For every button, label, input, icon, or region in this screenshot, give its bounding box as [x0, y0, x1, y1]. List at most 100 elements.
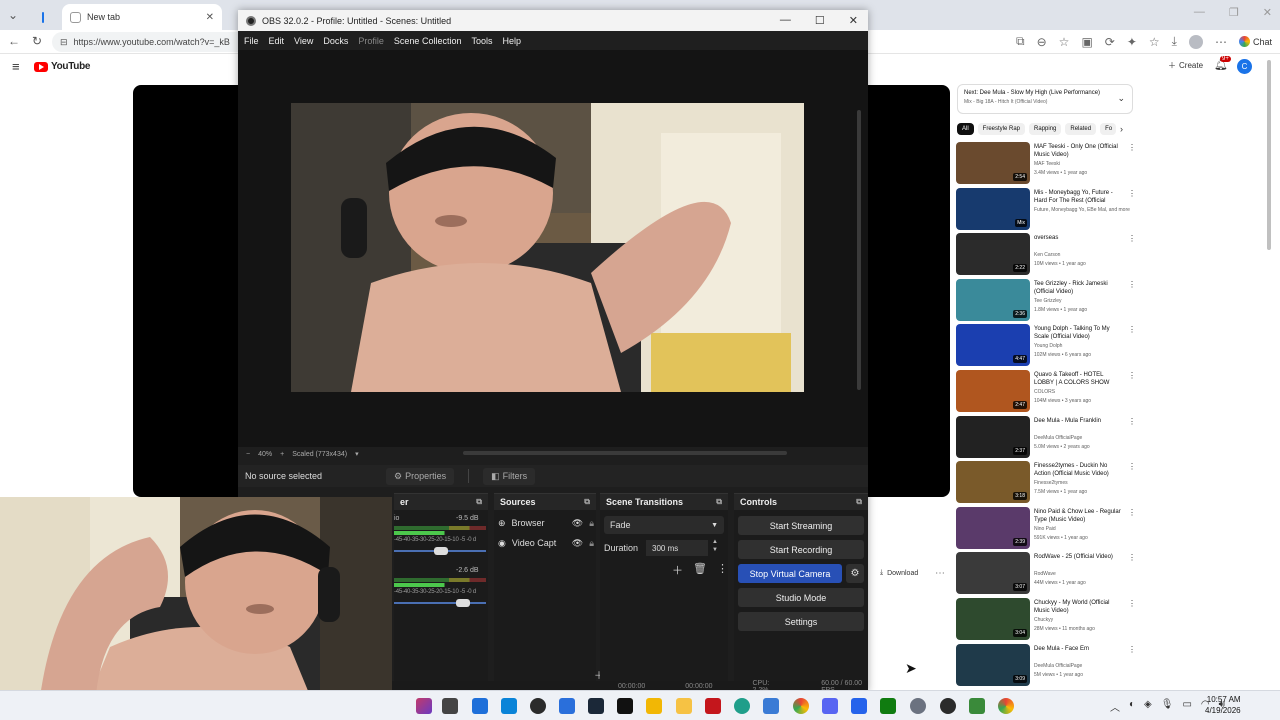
video-thumbnail[interactable]: Mix — [956, 187, 1030, 230]
video-thumbnail[interactable]: 2:39 — [956, 506, 1030, 549]
extension-icon[interactable]: ▣ — [1081, 35, 1092, 49]
video-title[interactable]: Chuckyy - My World (Official Music Video… — [1034, 599, 1122, 615]
scrollbar-thumb[interactable] — [1267, 60, 1271, 250]
site-info-icon[interactable]: ⊟ — [60, 37, 68, 48]
video-menu-icon[interactable]: ⋮ — [1128, 189, 1136, 198]
video-title[interactable]: MAF Teeski - Only One (Official Music Vi… — [1034, 143, 1122, 159]
account-avatar[interactable]: C — [1237, 59, 1252, 74]
video-thumbnail[interactable]: 2:36 — [956, 278, 1030, 321]
browser-menu-icon[interactable]: ⋯ — [1215, 35, 1227, 49]
video-channel[interactable]: MAF Teeski — [1034, 161, 1060, 167]
zoom-dropdown-icon[interactable]: ▾ — [355, 450, 359, 458]
chip-freestyle-rap[interactable]: Freestyle Rap — [977, 123, 1026, 135]
video-menu-icon[interactable]: ⋮ — [1128, 325, 1136, 334]
tab-search-icon[interactable]: ⌄ — [8, 8, 18, 22]
chip-rapping[interactable]: Rapping — [1029, 123, 1062, 135]
minimize-icon[interactable]: — — [1194, 6, 1205, 19]
video-title[interactable]: Dee Mula - Mula Franklin — [1034, 417, 1122, 425]
video-channel[interactable]: Nino Paid — [1034, 526, 1056, 532]
extensions-puzzle-icon[interactable]: ✦ — [1127, 35, 1137, 49]
visibility-eye-icon[interactable]: 👁︎ — [572, 518, 583, 529]
video-menu-icon[interactable]: ⋮ — [1128, 508, 1136, 517]
virtual-camera-settings-gear-icon[interactable]: ⚙ — [846, 564, 864, 583]
video-channel[interactable]: Future, Moneybagg Yo, EBe Mal, and more — [1034, 207, 1130, 213]
recommendation-item[interactable]: 3:04 Chuckyy - My World (Official Music V… — [956, 598, 1136, 640]
video-menu-icon[interactable]: ⋮ — [1128, 280, 1136, 289]
video-channel[interactable]: COLORS — [1034, 389, 1055, 395]
video-menu-icon[interactable]: ⋮ — [1128, 553, 1136, 562]
page-scrollbar[interactable] — [1266, 60, 1272, 690]
menu-file[interactable]: File — [244, 36, 259, 46]
taskbar-chrome-icon[interactable] — [793, 698, 809, 714]
undock-icon[interactable]: ⧉ — [476, 497, 482, 507]
video-menu-icon[interactable]: ⋮ — [1128, 599, 1136, 608]
video-thumbnail[interactable]: 3:09 — [956, 643, 1030, 686]
maximize-icon[interactable]: ❐ — [1229, 6, 1239, 19]
visibility-eye-icon[interactable]: 👁︎ — [572, 538, 583, 549]
transition-menu-icon[interactable]: ⋮ — [717, 562, 728, 578]
taskbar-clock[interactable]: 10:57 AM 4/19/2026 — [1205, 694, 1241, 716]
recommendation-item[interactable]: 4:47 Young Dolph - Talking To My Scale (O… — [956, 324, 1136, 367]
remove-transition-icon[interactable]: 🗑︎ — [693, 562, 707, 578]
taskbar-app-icon[interactable] — [559, 698, 575, 714]
menu-edit[interactable]: Edit — [269, 36, 285, 46]
tab-new-tab[interactable]: New tab ✕ — [62, 4, 222, 30]
start-recording-button[interactable]: Start Recording — [738, 540, 864, 559]
duration-field[interactable]: 300 ms — [646, 540, 708, 556]
video-thumbnail[interactable]: 2:54 — [956, 142, 1030, 184]
menu-help[interactable]: Help — [502, 36, 521, 46]
video-title[interactable]: Tee Grizzley - Rick Jameski (Official Vi… — [1034, 280, 1122, 296]
obs-preview-area[interactable] — [238, 50, 868, 455]
back-icon[interactable]: ← — [8, 34, 20, 48]
taskbar-settings-icon[interactable] — [910, 698, 926, 714]
taskbar-obs-icon[interactable] — [530, 698, 546, 714]
download-button[interactable]: ⤓ Download — [880, 569, 918, 577]
video-thumbnail[interactable]: 2:37 — [956, 415, 1030, 458]
obs-minimize-icon[interactable]: — — [780, 14, 791, 27]
copilot-chat-button[interactable]: Chat — [1238, 36, 1272, 47]
chip-related[interactable]: Related — [1065, 123, 1097, 135]
video-menu-icon[interactable]: ⋮ — [1128, 371, 1136, 380]
preview-vertical-scrollbar[interactable] — [857, 110, 861, 390]
taskbar-xbox-icon[interactable] — [880, 698, 896, 714]
reload-icon[interactable]: ↻ — [32, 34, 42, 48]
favorites-icon[interactable]: ☆ — [1149, 35, 1160, 49]
recommendation-item[interactable]: 2:36 Tee Grizzley - Rick Jameski (Officia… — [956, 278, 1136, 321]
obs-maximize-icon[interactable]: ☐ — [815, 14, 825, 27]
taskbar-acrobat-icon[interactable] — [705, 698, 721, 714]
video-title[interactable]: Dee Mula - Face Em — [1034, 645, 1122, 653]
video-title[interactable]: RodWave - 25 (Official Video) — [1034, 553, 1122, 561]
transition-select[interactable]: Fade ▼ — [604, 516, 724, 534]
add-transition-icon[interactable]: ＋ — [672, 562, 683, 578]
zoom-out-icon[interactable]: − — [246, 451, 250, 458]
recommendation-item[interactable]: 2:47 Quavo & Takeoff - HOTEL LOBBY | A CO… — [956, 370, 1136, 412]
video-thumbnail[interactable]: 2:22 — [956, 233, 1030, 276]
video-menu-icon[interactable]: ⋮ — [1128, 234, 1136, 243]
recommendation-item[interactable]: 2:22 overseas Ken Carson 10M views • 1 year… — [956, 233, 1136, 276]
video-title[interactable]: Finesse2tymes - Duckin No Action (Offici… — [1034, 462, 1122, 478]
taskbar-app-icon[interactable] — [763, 698, 779, 714]
video-channel[interactable]: Finesse2tymes — [1034, 480, 1068, 486]
taskbar-terminal-icon[interactable] — [442, 698, 458, 714]
undock-icon[interactable]: ⧉ — [856, 497, 862, 507]
profile-avatar[interactable] — [1188, 34, 1203, 49]
chip-all[interactable]: All — [957, 123, 974, 135]
undock-icon[interactable]: ⧉ — [584, 497, 590, 507]
taskbar-edge-dev-icon[interactable] — [734, 698, 750, 714]
video-channel[interactable]: Chuckyy — [1034, 617, 1053, 623]
taskbar-chrome-icon[interactable] — [998, 698, 1014, 714]
video-thumbnail[interactable]: 2:47 — [956, 370, 1030, 412]
source-item-browser[interactable]: ⊕ Browser 👁︎ 🔒︎ — [498, 514, 594, 532]
settings-button[interactable]: Settings — [738, 612, 864, 631]
taskbar-app-icon[interactable] — [646, 698, 662, 714]
menu-profile[interactable]: Profile — [358, 36, 384, 46]
recommendation-item[interactable]: Mix Mis - Moneybagg Yo, Future - Hard For… — [956, 187, 1136, 230]
recommendation-item[interactable]: 2:39 Nino Paid & Chow Lee - Regular Type … — [956, 506, 1136, 549]
create-button[interactable]: ＋ Create — [1168, 60, 1203, 71]
video-thumbnail[interactable]: 3:04 — [956, 598, 1030, 640]
obs-close-icon[interactable]: ✕ — [849, 14, 858, 27]
notifications-bell-icon[interactable]: 🔔︎ 9+ — [1214, 56, 1231, 71]
properties-button[interactable]: ⚙ Properties — [386, 467, 455, 485]
tray-app-icon[interactable]: ◐ — [1129, 699, 1135, 714]
youtube-logo[interactable]: YouTube — [34, 61, 91, 72]
